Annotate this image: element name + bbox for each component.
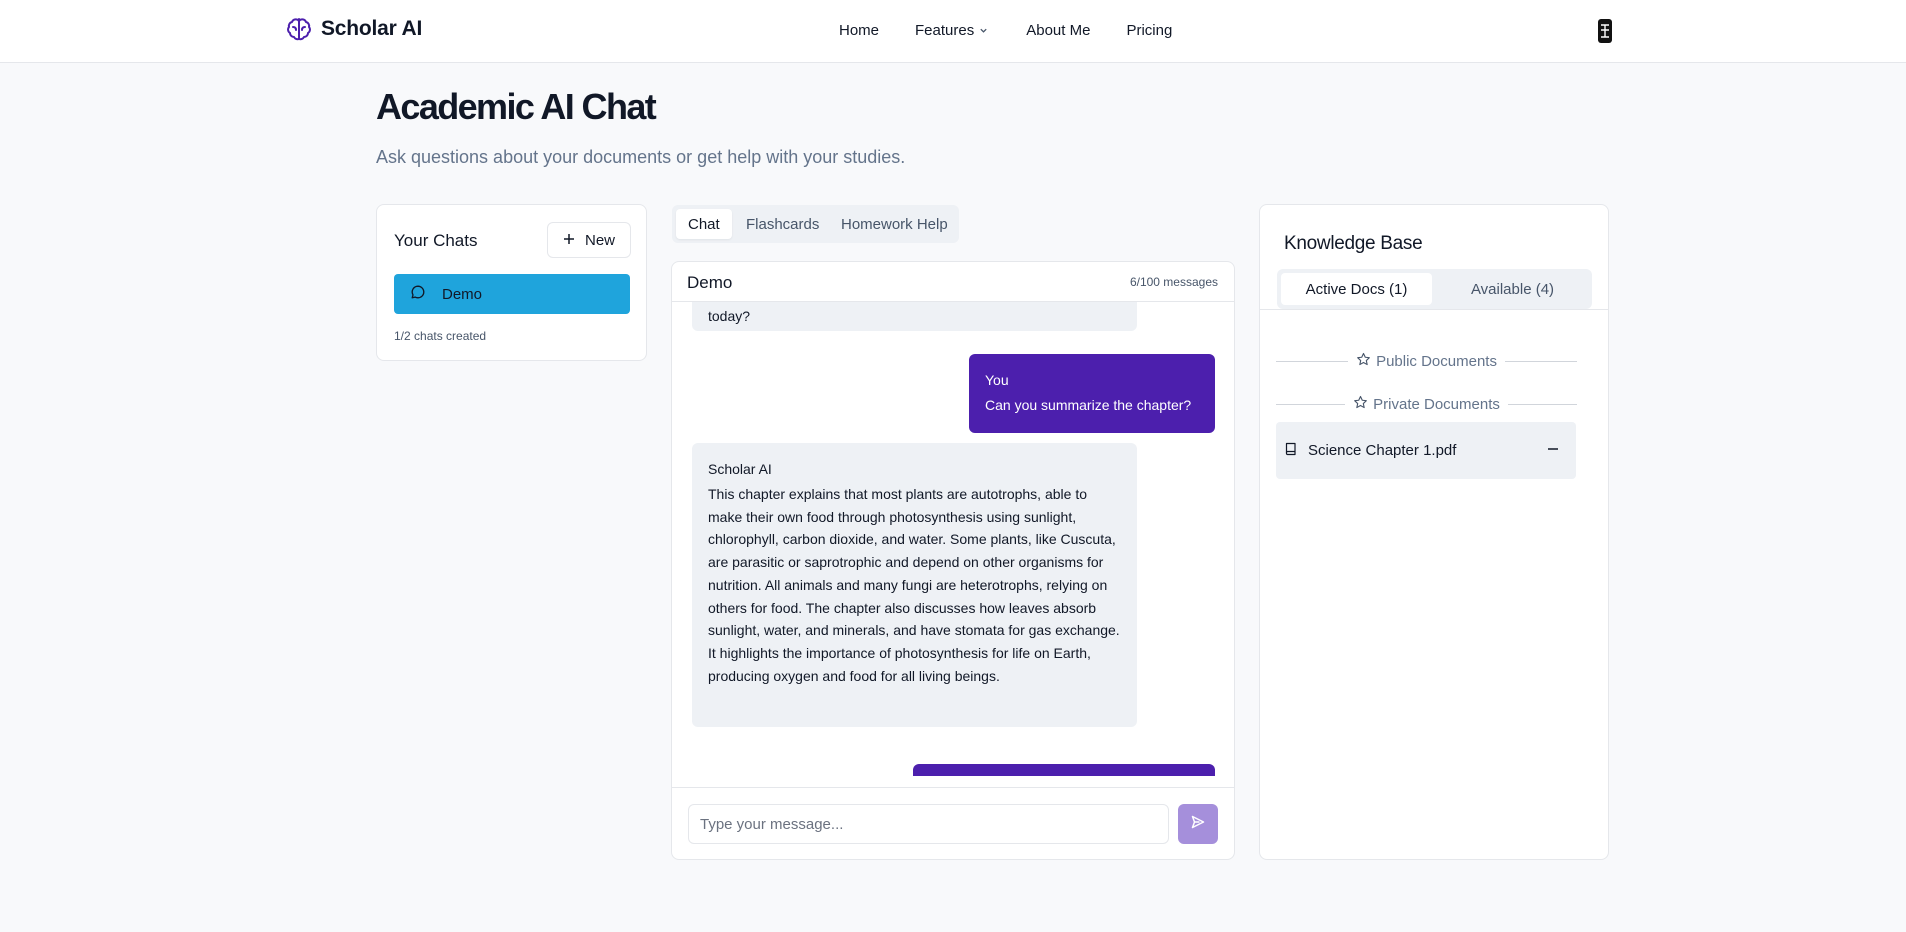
message-ai: today?	[692, 302, 1137, 331]
mode-tabs: Chat Flashcards Homework Help	[672, 205, 959, 243]
message-text: today?	[708, 308, 751, 324]
chat-header: Demo 6/100 messages	[672, 262, 1234, 302]
brand[interactable]: Scholar AI	[285, 15, 422, 43]
nav-features-label: Features	[915, 22, 975, 39]
page-subtitle: Ask questions about your documents or ge…	[376, 147, 906, 167]
send-icon	[1190, 814, 1206, 835]
nav-pricing[interactable]: Pricing	[1126, 22, 1172, 39]
message-input[interactable]	[688, 804, 1169, 844]
message-text: Can you summarize the chapter?	[985, 397, 1192, 413]
kb-tabs: Active Docs (1) Available (4)	[1277, 269, 1592, 309]
new-chat-label: New	[584, 231, 615, 249]
message-user-partial	[913, 764, 1215, 776]
page-title: Academic AI Chat	[376, 86, 657, 127]
chevron-down-icon	[979, 26, 988, 35]
message-sender: You	[985, 372, 1009, 388]
new-chat-button[interactable]: New	[547, 222, 631, 258]
composer	[672, 787, 1234, 859]
kb-divider	[1260, 309, 1608, 310]
nav-about[interactable]: About Me	[1026, 22, 1090, 39]
tab-chat[interactable]: Chat	[676, 209, 732, 239]
remove-document-button[interactable]	[1540, 437, 1566, 463]
minus-icon	[1547, 442, 1559, 459]
nav-home[interactable]: Home	[839, 22, 879, 39]
chat-name: Demo	[687, 273, 733, 292]
star-icon	[1356, 352, 1371, 371]
public-documents-label: Public Documents	[1376, 352, 1497, 370]
tab-homework-help[interactable]: Homework Help	[837, 209, 952, 239]
avatar-icon[interactable]	[1594, 16, 1616, 46]
plus-icon	[563, 232, 575, 249]
brand-name: Scholar AI	[321, 17, 423, 40]
chat-item-label: Demo	[442, 285, 483, 303]
message-ai: Scholar AI This chapter explains that mo…	[692, 443, 1137, 727]
brain-icon	[285, 15, 313, 43]
private-documents-header: Private Documents	[1276, 394, 1577, 414]
chats-panel: Your Chats New Demo 1/2 chats created	[376, 204, 647, 361]
tab-available[interactable]: Available (4)	[1437, 273, 1588, 305]
nav-features[interactable]: Features	[915, 22, 988, 39]
message-count: 6/100 messages	[1129, 275, 1218, 289]
document-item[interactable]: Science Chapter 1.pdf	[1276, 422, 1576, 479]
message-sender: Scholar AI	[708, 461, 772, 477]
top-nav: Scholar AI Home Features About Me Pricin…	[0, 0, 1906, 63]
chats-count: 1/2 chats created	[394, 329, 487, 343]
star-icon	[1353, 395, 1368, 414]
message-icon	[410, 284, 426, 304]
message-user: You Can you summarize the chapter?	[969, 354, 1215, 433]
send-button[interactable]	[1178, 804, 1218, 844]
chats-title: Your Chats	[394, 231, 478, 250]
document-name: Science Chapter 1.pdf	[1308, 442, 1457, 459]
tab-flashcards[interactable]: Flashcards	[742, 209, 823, 239]
chat-item-demo[interactable]: Demo	[394, 274, 630, 314]
public-documents-header: Public Documents	[1276, 351, 1578, 371]
message-list[interactable]: today? You Can you summarize the chapter…	[672, 302, 1234, 776]
knowledge-base-panel: Knowledge Base Active Docs (1) Available…	[1259, 204, 1609, 860]
private-documents-label: Private Documents	[1373, 395, 1500, 413]
kb-title: Knowledge Base	[1284, 233, 1423, 254]
book-icon	[1284, 442, 1298, 460]
chat-window: Demo 6/100 messages today? You Can you s…	[671, 261, 1235, 860]
message-text: This chapter explains that most plants a…	[708, 486, 1120, 684]
tab-active-docs[interactable]: Active Docs (1)	[1281, 273, 1432, 305]
main-nav: Home Features About Me Pricing	[839, 22, 1172, 39]
